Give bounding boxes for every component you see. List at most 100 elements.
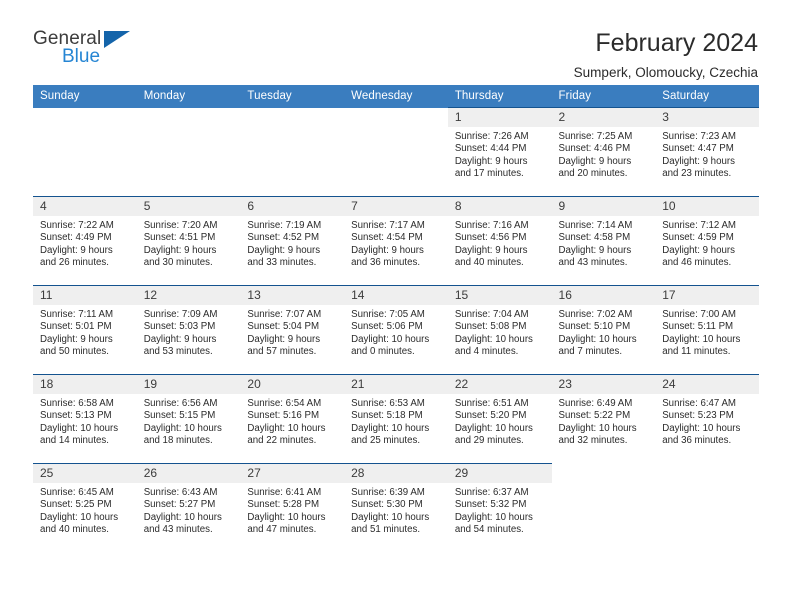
sunrise-text: Sunrise: 7:25 AM [558,131,633,142]
day-number: 11 [33,286,137,305]
calendar-cell-day[interactable]: 7 Sunrise: 7:17 AM Sunset: 4:54 PM Daylight… [344,196,448,286]
day-number [655,464,759,483]
calendar-cell-day[interactable]: 27 Sunrise: 6:41 AM Sunset: 5:28 PM Dayligh… [240,463,345,553]
calendar-week-row: 25 Sunrise: 6:45 AM Sunset: 5:25 PM Dayligh… [33,463,759,553]
daylight-text: Daylight: 10 hours and 14 minutes. [40,422,119,446]
day-details: Sunrise: 7:17 AM Sunset: 4:54 PM Daylight:… [344,216,448,269]
day-details: Sunrise: 6:41 AM Sunset: 5:28 PM Daylight:… [240,483,344,536]
daylight-text: Daylight: 9 hours and 57 minutes. [247,333,321,357]
daylight-text: Daylight: 9 hours and 30 minutes. [143,244,217,268]
day-details: Sunrise: 7:16 AM Sunset: 4:56 PM Daylight:… [448,216,552,269]
day-details: Sunrise: 6:56 AM Sunset: 5:15 PM Daylight:… [137,394,241,447]
day-details: Sunrise: 6:58 AM Sunset: 5:13 PM Daylight:… [33,394,137,447]
daylight-text: Daylight: 10 hours and 25 minutes. [351,422,430,446]
calendar-cell-day[interactable]: 3 Sunrise: 7:23 AM Sunset: 4:47 PM Daylight… [655,107,759,197]
daylight-text: Daylight: 9 hours and 17 minutes. [454,155,528,179]
calendar-cell-day[interactable]: 8 Sunrise: 7:16 AM Sunset: 4:56 PM Daylight… [447,196,552,286]
sunset-text: Sunset: 4:54 PM [351,232,423,244]
sunset-text: Sunset: 5:01 PM [40,321,112,333]
calendar-cell-day[interactable]: 18 Sunrise: 6:58 AM Sunset: 5:13 PM Dayligh… [33,374,137,464]
sunrise-text: Sunrise: 7:07 AM [247,309,322,320]
calendar-cell-day[interactable]: 28 Sunrise: 6:39 AM Sunset: 5:30 PM Dayligh… [344,463,448,553]
sunset-text: Sunset: 4:49 PM [40,232,112,244]
sunset-text: Sunset: 4:52 PM [247,232,320,244]
sunset-text: Sunset: 4:44 PM [454,143,527,155]
calendar-cell-day[interactable]: 17 Sunrise: 7:00 AM Sunset: 5:11 PM Dayligh… [655,285,759,375]
sunset-text: Sunset: 5:10 PM [558,321,631,333]
page-title: February 2024 [595,29,758,57]
day-number: 19 [136,375,241,394]
calendar-cell-day[interactable]: 22 Sunrise: 6:51 AM Sunset: 5:20 PM Dayligh… [447,374,552,464]
calendar-cell-day[interactable]: 9 Sunrise: 7:14 AM Sunset: 4:58 PM Daylight… [551,196,656,286]
day-number: 17 [655,286,759,305]
calendar-cell-day[interactable]: 23 Sunrise: 6:49 AM Sunset: 5:22 PM Dayligh… [551,374,656,464]
weekday-header-sunday: Sunday [33,85,137,108]
sunset-text: Sunset: 5:28 PM [247,499,320,511]
weekday-header-saturday: Saturday [655,85,759,108]
daylight-text: Daylight: 9 hours and 23 minutes. [662,155,735,179]
daylight-text: Daylight: 10 hours and 29 minutes. [454,422,533,446]
calendar-cell-empty [240,108,344,197]
day-details: Sunrise: 7:11 AM Sunset: 5:01 PM Daylight:… [33,305,137,358]
day-number [344,108,448,127]
sunset-text: Sunset: 4:58 PM [558,232,631,244]
calendar-cell-day[interactable]: 10 Sunrise: 7:12 AM Sunset: 4:59 PM Dayligh… [655,196,759,286]
calendar-cell-day[interactable]: 20 Sunrise: 6:54 AM Sunset: 5:16 PM Dayligh… [240,374,345,464]
daylight-text: Daylight: 9 hours and 36 minutes. [351,244,424,268]
sunset-text: Sunset: 5:25 PM [40,499,112,511]
day-number: 22 [447,375,552,394]
daylight-text: Daylight: 10 hours and 43 minutes. [143,511,222,535]
day-number: 12 [136,286,241,305]
day-number: 3 [655,108,759,127]
day-details: Sunrise: 7:09 AM Sunset: 5:03 PM Daylight:… [137,305,241,358]
daylight-text: Daylight: 9 hours and 50 minutes. [40,333,113,357]
daylight-text: Daylight: 10 hours and 22 minutes. [247,422,326,446]
calendar-page: General Blue February 2024 Sumperk, Olom… [0,0,792,612]
sunset-text: Sunset: 5:30 PM [351,499,423,511]
calendar-cell-day[interactable]: 5 Sunrise: 7:20 AM Sunset: 4:51 PM Daylight… [136,196,241,286]
sunset-text: Sunset: 4:46 PM [558,143,631,155]
calendar-cell-day[interactable]: 14 Sunrise: 7:05 AM Sunset: 5:06 PM Dayligh… [344,285,448,375]
calendar-cell-day[interactable]: 11 Sunrise: 7:11 AM Sunset: 5:01 PM Dayligh… [33,285,137,375]
calendar-cell-day[interactable]: 26 Sunrise: 6:43 AM Sunset: 5:27 PM Dayligh… [136,463,241,553]
calendar-cell-day[interactable]: 13 Sunrise: 7:07 AM Sunset: 5:04 PM Dayligh… [240,285,345,375]
general-blue-logo[interactable]: General Blue [33,28,143,74]
sunrise-text: Sunrise: 7:02 AM [558,309,633,320]
sunrise-text: Sunrise: 6:58 AM [40,398,114,409]
weekday-header-thursday: Thursday [447,85,552,108]
daylight-text: Daylight: 10 hours and 7 minutes. [558,333,637,357]
sunrise-text: Sunrise: 7:00 AM [662,309,736,320]
calendar-cell-day[interactable]: 6 Sunrise: 7:19 AM Sunset: 4:52 PM Daylight… [240,196,345,286]
day-details: Sunrise: 7:22 AM Sunset: 4:49 PM Daylight:… [33,216,137,269]
sunrise-text: Sunrise: 7:16 AM [454,220,529,231]
day-number: 26 [136,464,241,483]
page-subtitle: Sumperk, Olomoucky, Czechia [573,65,758,80]
day-number: 13 [240,286,345,305]
calendar-cell-day[interactable]: 15 Sunrise: 7:04 AM Sunset: 5:08 PM Dayligh… [447,285,552,375]
calendar-week-row: 4 Sunrise: 7:22 AM Sunset: 4:49 PM Daylight… [33,196,759,286]
calendar-cell-day[interactable]: 29 Sunrise: 6:37 AM Sunset: 5:32 PM Dayligh… [447,463,552,553]
calendar-cell-day[interactable]: 16 Sunrise: 7:02 AM Sunset: 5:10 PM Dayligh… [551,285,656,375]
calendar-cell-day[interactable]: 21 Sunrise: 6:53 AM Sunset: 5:18 PM Dayligh… [344,374,448,464]
calendar-cell-day[interactable]: 2 Sunrise: 7:25 AM Sunset: 4:46 PM Daylight… [551,107,656,197]
day-number: 18 [33,375,137,394]
sunrise-text: Sunrise: 6:56 AM [143,398,218,409]
calendar-cell-day[interactable]: 12 Sunrise: 7:09 AM Sunset: 5:03 PM Dayligh… [136,285,241,375]
day-number: 27 [240,464,345,483]
calendar-cell-day[interactable]: 25 Sunrise: 6:45 AM Sunset: 5:25 PM Dayligh… [33,463,137,553]
day-number: 29 [447,464,552,483]
calendar-cell-day[interactable]: 4 Sunrise: 7:22 AM Sunset: 4:49 PM Daylight… [33,196,137,286]
logo-text-blue: Blue [62,46,101,67]
sunrise-text: Sunrise: 7:23 AM [662,131,736,142]
day-number: 8 [447,197,552,216]
sunrise-text: Sunrise: 7:04 AM [454,309,529,320]
calendar-cell-day[interactable]: 19 Sunrise: 6:56 AM Sunset: 5:15 PM Dayligh… [136,374,241,464]
day-number: 24 [655,375,759,394]
day-details: Sunrise: 7:20 AM Sunset: 4:51 PM Daylight:… [137,216,241,269]
calendar-cell-day[interactable]: 1 Sunrise: 7:26 AM Sunset: 4:44 PM Daylight… [447,107,552,197]
sunset-text: Sunset: 5:13 PM [40,410,112,422]
day-details: Sunrise: 7:12 AM Sunset: 4:59 PM Daylight:… [655,216,759,269]
day-details: Sunrise: 7:00 AM Sunset: 5:11 PM Daylight:… [655,305,759,358]
calendar-cell-day[interactable]: 24 Sunrise: 6:47 AM Sunset: 5:23 PM Dayligh… [655,374,759,464]
sunrise-text: Sunrise: 6:49 AM [558,398,633,409]
